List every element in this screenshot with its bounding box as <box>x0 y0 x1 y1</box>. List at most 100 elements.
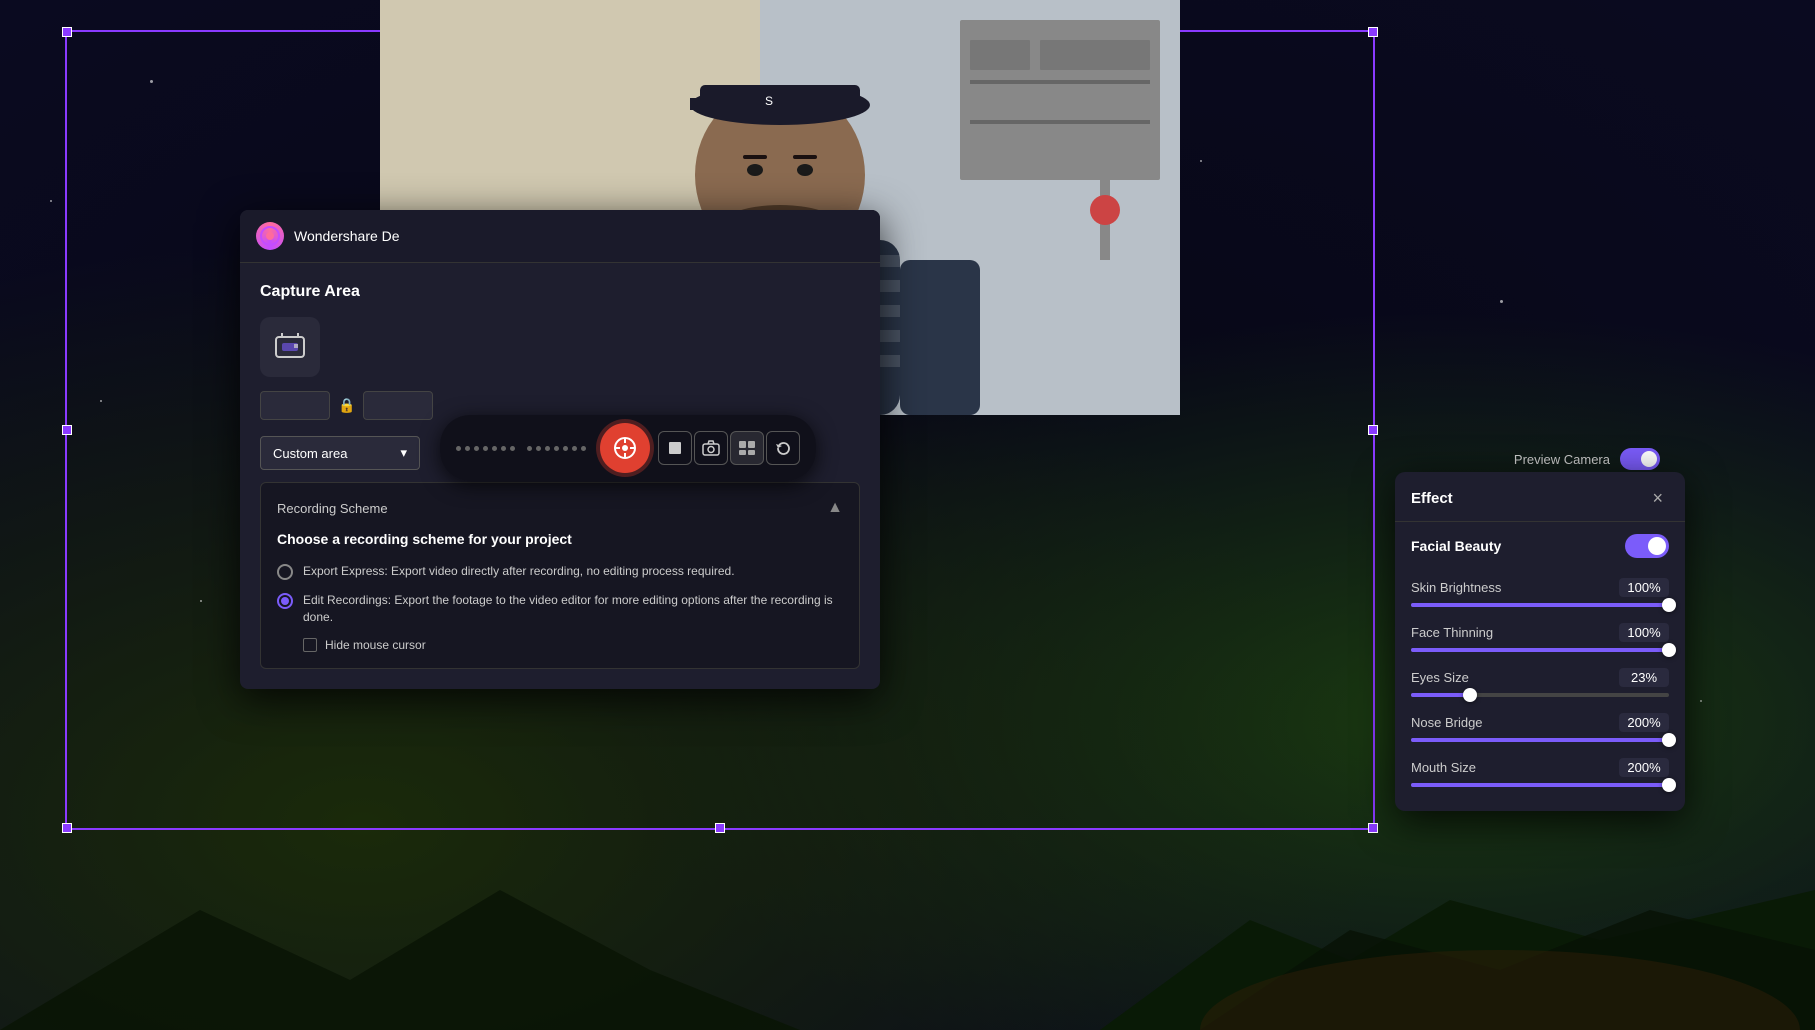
dot <box>474 446 479 451</box>
sparkle <box>1500 300 1503 303</box>
app-titlebar: Wondershare De <box>240 210 880 263</box>
toolbar-dots-right <box>527 446 586 451</box>
slider-value-skin_brightness: 100% <box>1619 578 1669 597</box>
height-input[interactable]: 960 <box>363 391 433 420</box>
toolbar-strip <box>440 415 816 481</box>
slider-group-eyes_size: Eyes Size 23% <box>1395 660 1685 705</box>
refresh-button[interactable] <box>766 431 800 465</box>
slider-track-mouth_size[interactable] <box>1411 783 1669 787</box>
slider-label-row-skin_brightness: Skin Brightness 100% <box>1411 578 1669 597</box>
stop-button[interactable] <box>658 431 692 465</box>
dot <box>554 446 559 451</box>
dot <box>581 446 586 451</box>
slider-group-skin_brightness: Skin Brightness 100% <box>1395 570 1685 615</box>
radio-edit-recordings[interactable]: Edit Recordings: Export the footage to t… <box>277 592 843 626</box>
slider-group-nose_bridge: Nose Bridge 200% <box>1395 705 1685 750</box>
slider-track-eyes_size[interactable] <box>1411 693 1669 697</box>
preview-camera-bar: Preview Camera <box>1514 448 1660 470</box>
hide-cursor-row: Hide mouse cursor <box>303 638 843 652</box>
dot <box>492 446 497 451</box>
effect-title: Effect <box>1411 490 1453 507</box>
effect-header: Effect × <box>1395 472 1685 522</box>
hide-cursor-label: Hide mouse cursor <box>325 638 426 652</box>
effect-close-button[interactable]: × <box>1646 486 1669 511</box>
slider-label-row-mouth_size: Mouth Size 200% <box>1411 758 1669 777</box>
slider-thumb-mouth_size[interactable] <box>1662 778 1676 792</box>
app-title: Wondershare De <box>294 228 400 244</box>
lock-icon: 🔒 <box>338 397 355 414</box>
slider-label-skin_brightness: Skin Brightness <box>1411 580 1501 595</box>
slider-thumb-face_thinning[interactable] <box>1662 643 1676 657</box>
slider-track-nose_bridge[interactable] <box>1411 738 1669 742</box>
facial-beauty-toggle[interactable] <box>1625 534 1669 558</box>
app-logo <box>256 222 284 250</box>
slider-value-mouth_size: 200% <box>1619 758 1669 777</box>
preview-camera-toggle[interactable] <box>1620 448 1660 470</box>
slider-track-face_thinning[interactable] <box>1411 648 1669 652</box>
capture-icon <box>272 329 308 365</box>
slider-thumb-skin_brightness[interactable] <box>1662 598 1676 612</box>
scheme-header: Recording Scheme ▲ <box>277 499 843 517</box>
dot <box>545 446 550 451</box>
scheme-label: Recording Scheme <box>277 501 388 516</box>
slider-group-face_thinning: Face Thinning 100% <box>1395 615 1685 660</box>
slider-fill-mouth_size <box>1411 783 1669 787</box>
capture-area-icon-btn[interactable] <box>260 317 320 377</box>
radio-export-express-label: Export Express: Export video directly af… <box>303 563 735 580</box>
area-type-select[interactable]: Custom area ▾ <box>260 436 420 470</box>
dot <box>501 446 506 451</box>
slider-value-nose_bridge: 200% <box>1619 713 1669 732</box>
radio-edit-recordings-label: Edit Recordings: Export the footage to t… <box>303 592 843 626</box>
sparkle <box>50 200 52 202</box>
slider-fill-skin_brightness <box>1411 603 1669 607</box>
slider-fill-face_thinning <box>1411 648 1669 652</box>
radio-export-express-btn[interactable] <box>277 564 293 580</box>
camera-button[interactable] <box>694 431 728 465</box>
dot <box>527 446 532 451</box>
dot <box>536 446 541 451</box>
scheme-title: Choose a recording scheme for your proje… <box>277 531 843 547</box>
refresh-icon <box>775 440 792 457</box>
dot <box>465 446 470 451</box>
slider-value-eyes_size: 23% <box>1619 668 1669 687</box>
slider-fill-eyes_size <box>1411 693 1470 697</box>
preview-camera-label: Preview Camera <box>1514 452 1610 467</box>
slider-label-row-face_thinning: Face Thinning 100% <box>1411 623 1669 642</box>
sparkle <box>100 400 102 402</box>
facial-beauty-row: Facial Beauty <box>1395 522 1685 570</box>
sparkle <box>1700 700 1702 702</box>
slider-label-face_thinning: Face Thinning <box>1411 625 1493 640</box>
dot <box>510 446 515 451</box>
dot <box>572 446 577 451</box>
radio-edit-recordings-btn[interactable] <box>277 593 293 609</box>
slider-track-skin_brightness[interactable] <box>1411 603 1669 607</box>
sparkle <box>150 80 153 83</box>
slider-label-nose_bridge: Nose Bridge <box>1411 715 1483 730</box>
crosshair-icon <box>612 435 638 461</box>
effect-panel: Effect × Facial Beauty Skin Brightness 1… <box>1395 472 1685 811</box>
slider-thumb-eyes_size[interactable] <box>1463 688 1477 702</box>
record-button[interactable] <box>600 423 650 473</box>
layout-icon <box>738 440 756 456</box>
slider-fill-nose_bridge <box>1411 738 1669 742</box>
width-input[interactable]: 1600 <box>260 391 330 420</box>
slider-thumb-nose_bridge[interactable] <box>1662 733 1676 747</box>
layout-button[interactable] <box>730 431 764 465</box>
slider-value-face_thinning: 100% <box>1619 623 1669 642</box>
stop-icon <box>667 440 683 456</box>
camera-icon <box>702 440 720 456</box>
scheme-section: Recording Scheme ▲ Choose a recording sc… <box>260 482 860 669</box>
chevron-down-icon: ▾ <box>400 445 407 461</box>
sliders-container: Skin Brightness 100% Face Thinning 100% … <box>1395 570 1685 795</box>
slider-label-row-eyes_size: Eyes Size 23% <box>1411 668 1669 687</box>
area-type-label: Custom area <box>273 446 347 461</box>
sparkle <box>200 600 202 602</box>
hide-cursor-checkbox[interactable] <box>303 638 317 652</box>
sparkle <box>1200 160 1202 162</box>
scheme-collapse-icon[interactable]: ▲ <box>827 499 843 517</box>
dot <box>483 446 488 451</box>
facial-beauty-label: Facial Beauty <box>1411 538 1501 554</box>
slider-label-mouth_size: Mouth Size <box>1411 760 1476 775</box>
dot <box>456 446 461 451</box>
radio-export-express[interactable]: Export Express: Export video directly af… <box>277 563 843 580</box>
